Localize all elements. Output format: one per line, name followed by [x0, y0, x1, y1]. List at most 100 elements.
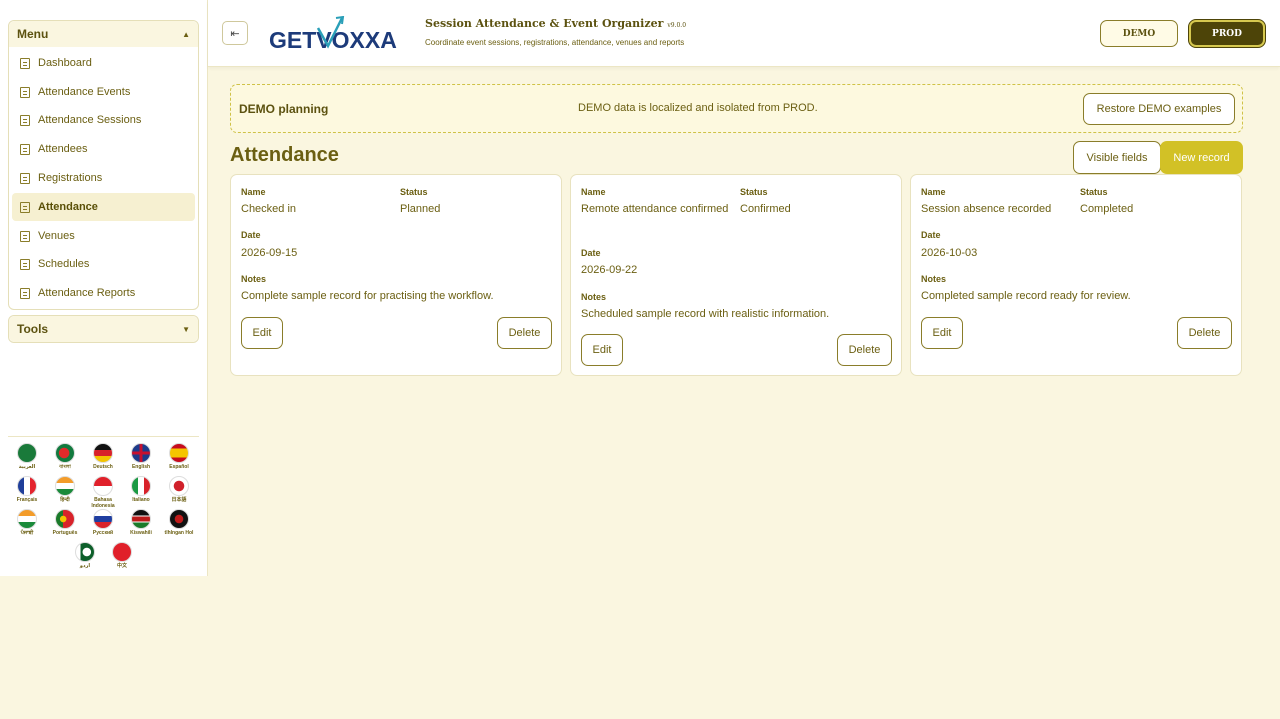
list-icon — [20, 86, 30, 98]
restore-demo-button[interactable]: Restore DEMO examples — [1083, 93, 1235, 125]
delete-button[interactable]: Delete — [837, 334, 892, 366]
flag-kenya-icon — [131, 509, 151, 529]
sidebar-item-attendance[interactable]: Attendance — [12, 193, 195, 221]
name-label: Name — [921, 187, 946, 197]
language-espanol[interactable]: Español — [162, 443, 196, 470]
notes-label: Notes — [581, 292, 607, 302]
tools-panel[interactable]: Tools ▼ — [8, 315, 199, 343]
delete-button[interactable]: Delete — [1177, 317, 1232, 349]
sidebar-item-registrations[interactable]: Registrations — [12, 164, 195, 192]
app-version: v9.0.0 — [667, 22, 687, 29]
record-name: Checked in — [241, 203, 297, 215]
record-date: 2026-10-03 — [921, 247, 978, 259]
notes-label: Notes — [921, 274, 947, 284]
language-indonesia[interactable]: Bahasa Indonesia — [86, 476, 120, 509]
edit-button[interactable]: Edit — [581, 334, 623, 366]
flag-portugal-icon — [55, 509, 75, 529]
sidebar-item-attendees[interactable]: Attendees — [12, 135, 195, 163]
language-japanese[interactable]: 日本語 — [162, 476, 196, 503]
flag-klingon-icon — [169, 509, 189, 529]
flag-italy-icon — [131, 476, 151, 496]
app-subtitle: Coordinate event sessions, registrations… — [425, 38, 685, 47]
language-punjabi[interactable]: ਪੰਜਾਬੀ — [10, 509, 44, 536]
language-deutsch[interactable]: Deutsch — [86, 443, 120, 470]
language-francais[interactable]: Français — [10, 476, 44, 503]
edit-button[interactable]: Edit — [921, 317, 963, 349]
name-label: Name — [241, 187, 266, 197]
language-urdu[interactable]: اردو — [68, 542, 102, 569]
language-arabic[interactable]: العربية — [10, 443, 44, 470]
app-logo: GETVOXXA — [269, 16, 397, 53]
demo-button[interactable]: DEMO — [1100, 20, 1178, 47]
sidebar-item-attendance-sessions[interactable]: Attendance Sessions — [12, 106, 195, 134]
record-card: Name Status Remote attendance confirmed … — [570, 174, 902, 376]
language-portugues[interactable]: Português — [48, 509, 82, 536]
tools-header[interactable]: Tools ▼ — [9, 316, 198, 342]
menu-header[interactable]: Menu ▲ — [9, 21, 198, 47]
language-hindi[interactable]: हिन्दी — [48, 476, 82, 503]
language-kiswahili[interactable]: Kiswahili — [124, 509, 158, 536]
flag-saudi-icon — [17, 443, 37, 463]
list-icon — [20, 230, 30, 242]
sidebar-item-label: Schedules — [38, 258, 90, 270]
record-card: Name Status Session absence recorded Com… — [910, 174, 1242, 376]
sidebar-item-label: Registrations — [38, 172, 103, 184]
sidebar-item-attendance-reports[interactable]: Attendance Reports — [12, 279, 195, 307]
edit-button[interactable]: Edit — [241, 317, 283, 349]
record-notes: Scheduled sample record with realistic i… — [581, 308, 830, 320]
record-notes: Completed sample record ready for review… — [921, 290, 1131, 302]
language-klingon[interactable]: tlhIngan Hol — [162, 509, 196, 536]
list-icon — [20, 57, 30, 69]
sidebar-item-label: Attendance Sessions — [38, 114, 142, 126]
sidebar-item-schedules[interactable]: Schedules — [12, 250, 195, 278]
flag-pakistan-icon — [75, 542, 95, 562]
date-label: Date — [921, 230, 941, 240]
record-status: Planned — [400, 203, 441, 215]
flag-india-icon — [55, 476, 75, 496]
sidebar-item-label: Attendance Events — [38, 86, 131, 98]
logo-text: GETVOXXA — [269, 27, 397, 53]
sidebar-item-label: Dashboard — [38, 57, 92, 69]
chevron-up-icon: ▲ — [182, 29, 190, 39]
list-icon — [20, 114, 30, 126]
app-header: ⇤ GETVOXXA Session Attendance & Event Or… — [208, 0, 1280, 67]
record-name: Session absence recorded — [921, 203, 1052, 215]
demo-banner: DEMO planning DEMO data is localized and… — [230, 84, 1243, 133]
record-card: Name Status Checked in Planned Date 2026… — [230, 174, 562, 376]
status-label: Status — [740, 187, 768, 197]
banner-title: DEMO planning — [239, 102, 329, 116]
prod-button[interactable]: PROD — [1189, 20, 1265, 47]
record-notes: Complete sample record for practising th… — [241, 290, 494, 302]
sidebar-item-venues[interactable]: Venues — [12, 222, 195, 250]
sidebar: Menu ▲ Dashboard Attendance Events Atten… — [0, 0, 208, 576]
sidebar-item-label: Venues — [38, 230, 75, 242]
list-icon — [20, 201, 30, 213]
app-title: Session Attendance & Event Organizer v9.0… — [425, 17, 687, 30]
status-label: Status — [1080, 187, 1108, 197]
record-date: 2026-09-22 — [581, 264, 638, 276]
sidebar-item-attendance-events[interactable]: Attendance Events — [12, 78, 195, 106]
menu-title: Menu — [17, 27, 49, 41]
language-chinese[interactable]: 中文 — [105, 542, 139, 569]
menu-panel: Menu ▲ Dashboard Attendance Events Atten… — [8, 20, 199, 310]
flag-france-icon — [17, 476, 37, 496]
banner-message: DEMO data is localized and isolated from… — [578, 102, 818, 114]
notes-label: Notes — [241, 274, 267, 284]
sidebar-item-dashboard[interactable]: Dashboard — [12, 49, 195, 77]
chevron-down-icon: ▼ — [182, 324, 190, 334]
flag-india-icon — [17, 509, 37, 529]
flag-bangladesh-icon — [55, 443, 75, 463]
flag-uk-icon — [131, 443, 151, 463]
list-icon — [20, 172, 30, 184]
sidebar-toggle-button[interactable]: ⇤ — [222, 21, 248, 45]
language-italiano[interactable]: Italiano — [124, 476, 158, 503]
delete-button[interactable]: Delete — [497, 317, 552, 349]
sidebar-item-label: Attendance Reports — [38, 287, 136, 299]
visible-fields-button[interactable]: Visible fields — [1073, 141, 1161, 174]
language-bangla[interactable]: বাংলা — [48, 443, 82, 470]
page-title: Attendance — [230, 144, 339, 166]
language-russian[interactable]: Русский — [86, 509, 120, 536]
record-date: 2026-09-15 — [241, 247, 298, 259]
new-record-button[interactable]: New record — [1160, 141, 1243, 174]
language-english[interactable]: English — [124, 443, 158, 470]
